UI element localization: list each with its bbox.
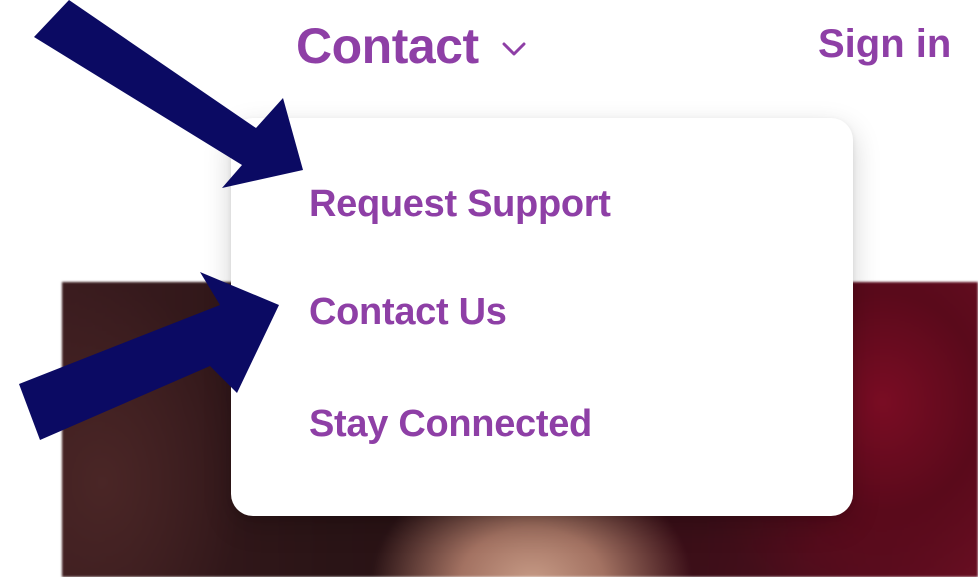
sign-in-link[interactable]: Sign in xyxy=(818,20,951,68)
nav-contact-label: Contact xyxy=(296,18,479,74)
menu-item-contact-us[interactable]: Contact Us xyxy=(309,291,507,334)
contact-dropdown-menu: Request Support Contact Us Stay Connecte… xyxy=(231,118,853,516)
menu-item-request-support[interactable]: Request Support xyxy=(309,183,611,226)
menu-item-stay-connected[interactable]: Stay Connected xyxy=(309,403,592,446)
nav-contact-menu[interactable]: Contact xyxy=(296,14,527,78)
chevron-down-icon xyxy=(501,39,527,59)
screenshot-stage: Contact Sign in Request Support Contact … xyxy=(0,0,978,577)
